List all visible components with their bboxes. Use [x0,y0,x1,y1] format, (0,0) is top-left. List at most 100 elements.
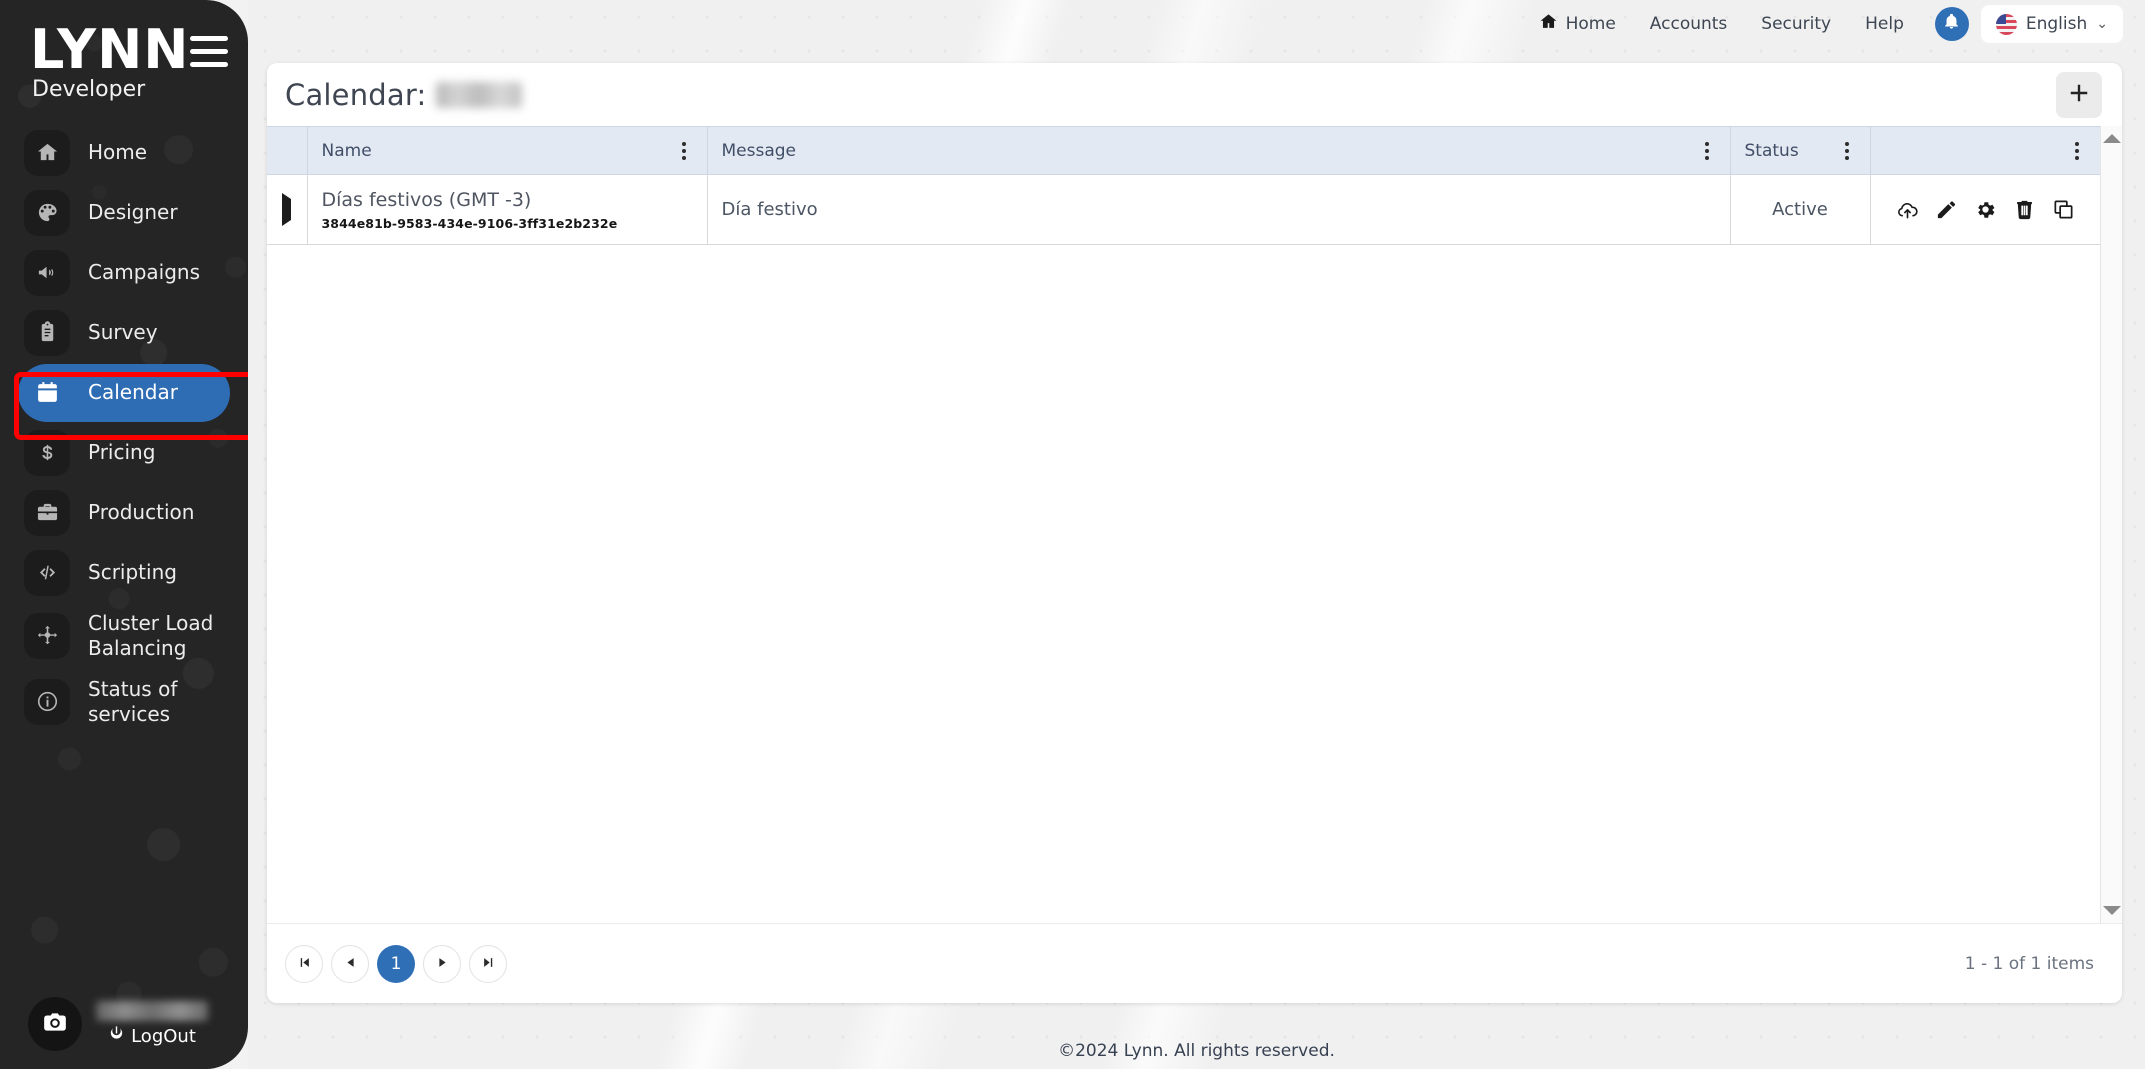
sidebar-item-label: Designer [88,200,178,225]
column-menu-icon[interactable] [2068,141,2086,160]
top-navigation-bar: Home Accounts Security Help English ⌄ [1522,0,2145,48]
page-footer: ©2024 Lynn. All rights reserved. [1058,1041,1335,1061]
table-row[interactable]: Días festivos (GMT -3) 3844e81b-9583-434… [267,174,2100,245]
page-title: Calendar: [285,78,523,112]
sidebar-navigation: Home Designer Campaigns Survey Calendar … [0,124,248,734]
avatar-camera-button[interactable] [28,997,82,1051]
first-page-icon [297,955,312,973]
brand-block: LYNN Developer [0,0,248,102]
sidebar-item-home[interactable]: Home [18,124,230,182]
previous-page-icon [343,955,358,973]
data-grid: Name Message Status Días festivos (GMT -… [267,126,2100,923]
table-header: Name Message Status [267,126,2100,175]
home-icon [24,129,70,176]
logout-button[interactable]: LogOut [108,1025,196,1047]
sidebar-item-label: Home [88,140,148,165]
topnav-item-home[interactable]: Home [1522,12,1633,36]
table-header-row: Name Message Status [267,126,2100,175]
megaphone-icon [24,249,70,296]
column-actions [1869,126,2100,175]
username-redacted [96,1001,208,1021]
cluster-icon [24,612,70,659]
dollar-icon [24,429,70,476]
brand-subtitle: Developer [32,76,146,102]
row-actions-cell [1869,174,2100,245]
column-label: Message [721,140,797,161]
briefcase-icon [24,489,70,536]
sidebar-item-label: Status of services [88,677,178,726]
sidebar-item-survey[interactable]: Survey [18,304,230,362]
add-calendar-button[interactable] [2056,71,2102,118]
topnav-label: Security [1761,14,1832,34]
page-title-redacted-value [436,81,523,108]
palette-icon [24,189,70,236]
sidebar-item-cluster-load-balancing[interactable]: Cluster Load Balancing [18,604,230,668]
column-menu-icon[interactable] [1698,141,1716,160]
row-status-cell: Active [1729,174,1870,245]
sidebar-item-pricing[interactable]: Pricing [18,424,230,482]
column-name: Name [306,126,707,175]
trash-icon[interactable] [2013,198,2036,221]
sidebar-item-scripting[interactable]: Scripting [18,544,230,602]
language-selector[interactable]: English ⌄ [1980,5,2123,43]
logout-label: LogOut [131,1025,196,1047]
sidebar-item-calendar[interactable]: Calendar [18,363,230,422]
sidebar-item-status-of-services[interactable]: Status of services [18,670,230,734]
sidebar-item-label: Pricing [88,440,156,465]
table-body: Días festivos (GMT -3) 3844e81b-9583-434… [267,174,2100,245]
topnav-item-accounts[interactable]: Accounts [1633,14,1745,34]
column-label: Status [1744,140,1799,161]
pagination-page-1-button[interactable]: 1 [377,944,415,983]
sidebar: LYNN Developer Home Designer Campaigns S… [0,0,248,1069]
calendar-icon [24,370,70,416]
topnav-label: Home [1565,14,1616,34]
clipboard-icon [24,309,70,356]
sidebar-item-label: Production [88,500,195,525]
pagination-bar: 1 1 - 1 of 1 items [267,923,2122,1003]
pagination-last-button[interactable] [469,944,507,983]
plus-icon [2068,82,2090,107]
sidebar-item-label: Scripting [88,560,177,585]
sidebar-item-production[interactable]: Production [18,484,230,542]
sidebar-item-label: Calendar [88,380,178,405]
cloud-upload-icon[interactable] [1896,198,1919,221]
column-status: Status [1729,126,1870,175]
sidebar-item-label: Campaigns [88,260,201,285]
logo-lynn: LYNN [30,18,190,81]
row-expander-cell [267,174,307,245]
scroll-down-icon[interactable] [2102,906,2121,915]
notifications-button[interactable] [1934,7,1969,41]
column-menu-icon[interactable] [675,141,693,160]
column-menu-icon[interactable] [1838,141,1856,160]
sidebar-item-campaigns[interactable]: Campaigns [18,244,230,302]
panel-header: Calendar: [267,63,2122,126]
pagination-next-button[interactable] [423,944,461,983]
pagination-prev-button[interactable] [331,944,369,983]
code-icon [24,549,70,596]
sidebar-item-label: Survey [88,320,158,345]
copy-icon[interactable] [2052,198,2075,221]
power-icon [108,1025,125,1047]
language-label: English [2025,14,2088,34]
sidebar-item-designer[interactable]: Designer [18,184,230,242]
edit-pencil-icon[interactable] [1935,198,1958,221]
chevron-down-icon: ⌄ [2096,16,2108,32]
topnav-item-security[interactable]: Security [1744,14,1848,34]
topnav-label: Help [1865,14,1904,34]
next-page-icon [435,955,450,973]
pagination-first-button[interactable] [285,944,323,983]
info-icon [24,678,70,725]
expand-row-icon[interactable] [282,193,292,226]
table-container: Name Message Status Días festivos (GMT -… [267,126,2122,923]
hamburger-menu-icon[interactable] [189,36,228,75]
row-name: Días festivos (GMT -3) [321,188,532,211]
column-message: Message [706,126,1730,175]
topnav-item-help[interactable]: Help [1848,14,1921,34]
last-page-icon [481,955,496,973]
table-vertical-scrollbar[interactable] [2100,126,2122,923]
status-badge: Active [1772,199,1828,220]
row-uuid: 3844e81b-9583-434e-9106-3ff31e2b232e [321,215,618,231]
scroll-up-icon[interactable] [2102,134,2121,143]
gear-icon[interactable] [1974,198,1997,221]
column-label: Name [321,140,372,161]
